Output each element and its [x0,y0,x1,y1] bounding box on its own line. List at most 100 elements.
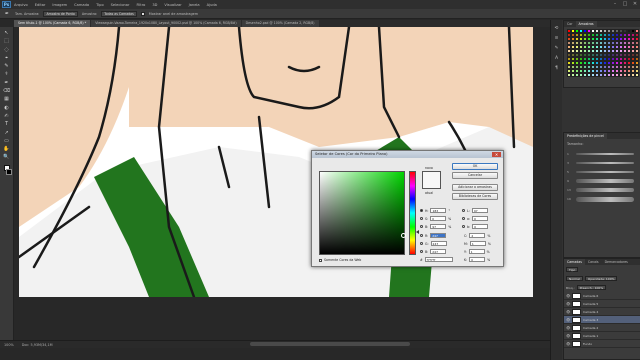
black-input[interactable]: 0 [469,257,486,262]
menu-item[interactable]: Selecionar [111,3,130,7]
marquee-tool-icon[interactable]: ⬚ [3,38,11,44]
menu-item[interactable]: Ajuda [207,3,217,7]
menu-item[interactable]: Imagem [52,3,67,7]
brush-preset[interactable]: 9 [567,179,637,183]
eye-icon[interactable]: 👁 [566,342,570,346]
minimize-icon[interactable]: – [612,1,618,7]
dodge-tool-icon[interactable]: ▭ [3,138,11,144]
layer-row[interactable]: 👁 Fundo [564,340,640,348]
only-web-checkbox[interactable] [319,258,322,262]
color-libraries-button[interactable]: Bibliotecas de Cores [452,193,498,200]
eye-icon[interactable]: 👁 [566,318,570,322]
sample-layers-select[interactable]: Todas as Camadas [101,10,137,17]
menu-item[interactable]: Arquivo [14,3,28,7]
magenta-input[interactable]: 1 [469,241,486,246]
lasso-tool-icon[interactable]: ◌ [3,47,11,53]
eraser-tool-icon[interactable]: ✍ [3,113,11,119]
hue-input[interactable]: 183 [430,208,447,213]
eye-icon[interactable]: 👁 [566,334,570,338]
quick-select-icon[interactable]: ⌖ [3,55,11,61]
hue-radio[interactable] [420,209,423,212]
eyedropper-tool-icon[interactable]: ⚕ [3,71,11,77]
menu-item[interactable]: 3D [152,3,157,7]
layer-row[interactable]: 👁 Camada 2 [564,324,640,332]
color-field-cursor[interactable] [401,233,406,238]
blue-radio[interactable] [420,250,423,253]
brush-preset[interactable]: 13 [567,188,637,192]
saturation-radio[interactable] [420,217,423,220]
menu-item[interactable]: Visualizar [164,3,181,7]
eye-icon[interactable]: 👁 [566,326,570,330]
show-ring-checkbox[interactable] [140,11,145,16]
pen-tool-icon[interactable]: ✋ [3,146,11,152]
brightness-radio[interactable] [420,225,423,228]
hue-slider[interactable] [409,171,416,255]
document-tab[interactable]: Viewseguin-Vazao-Tomeira_1920x1080_Layou… [91,20,241,27]
close-window-icon[interactable]: ✕ [632,1,638,7]
stamp-tool-icon[interactable]: ▦ [3,96,11,102]
lab-b-input[interactable]: 0 [472,224,489,229]
eyedropper-icon[interactable]: ✒ [3,11,11,17]
history-brush-icon[interactable]: ◐ [3,105,11,111]
panel-tab[interactable]: Canais [585,259,602,265]
cancel-button[interactable]: Cancelar [452,172,498,179]
layer-kind-filter[interactable]: Tipo [566,267,579,272]
lab-a-radio[interactable] [462,217,465,220]
yellow-input[interactable]: 1 [468,249,485,254]
blur-tool-icon[interactable]: ↗ [3,130,11,136]
move-tool-icon[interactable]: ↖ [3,30,11,36]
menu-item[interactable]: Tipo [96,3,104,7]
brush-preset[interactable]: 19 [567,197,637,202]
document-tab[interactable]: Desenho2.psd @ 100% (Camada 2, RGB/8) [241,20,319,27]
healing-brush-icon[interactable]: ✒ [3,80,11,86]
panel-tab[interactable]: Camadas [564,259,585,265]
eye-icon[interactable]: 👁 [566,294,570,298]
panel-tab[interactable]: Demarcadores [602,259,631,265]
red-input[interactable]: 247 [430,233,447,238]
saturation-input[interactable]: 0 [430,216,447,221]
background-color-swatch[interactable] [5,169,12,176]
lab-l-input[interactable]: 97 [471,208,488,213]
panel-tab[interactable]: Amostras [575,21,597,27]
close-icon[interactable]: ✕ [492,152,501,157]
blue-input[interactable]: 247 [430,249,447,254]
green-input[interactable]: 247 [430,241,447,246]
lab-a-input[interactable]: 0 [472,216,489,221]
brush-preset[interactable]: 1 [567,152,637,156]
lab-l-radio[interactable] [462,209,465,212]
properties-icon[interactable]: ≡ [553,36,560,42]
gradient-tool-icon[interactable]: T [3,121,11,127]
eye-icon[interactable]: 👁 [566,310,570,314]
color-swatch[interactable] [635,73,639,77]
green-radio[interactable] [420,242,423,245]
layer-row[interactable]: 👁 Camada 6 [564,292,640,300]
layer-row[interactable]: 👁 Camada 5 [564,300,640,308]
document-tab[interactable]: Sem título-1 @ 100% (Camada 6, RGB/8) * [14,20,91,27]
red-radio[interactable] [420,234,423,237]
brush-preset[interactable]: 3 [567,161,637,165]
sample-size-select[interactable]: Amostra de Ponto [43,10,78,17]
menu-item[interactable]: Janela [189,3,200,7]
character-icon[interactable]: A [553,56,560,62]
menu-item[interactable]: Editar [35,3,46,7]
opacity-field[interactable]: Opacidade: 100% [584,276,618,281]
hue-slider-handle[interactable] [416,230,419,234]
layer-row[interactable]: 👁 Camada 1 [564,332,640,340]
brush-preset[interactable]: 5 [567,170,637,174]
hex-input[interactable]: f7f7f7 [424,257,453,262]
lab-b-radio[interactable] [462,225,465,228]
menu-item[interactable]: Camada [74,3,89,7]
history-icon[interactable]: ⟲ [553,26,560,32]
color-field[interactable] [319,171,405,255]
maximize-icon[interactable]: □ [622,1,628,7]
eye-icon[interactable]: 👁 [566,302,570,306]
cyan-input[interactable]: 2 [469,233,486,238]
brush-tool-icon[interactable]: ⌫ [3,88,11,94]
zoom-level[interactable]: 100% [4,343,14,347]
fill-field[interactable]: Preench.: 100% [576,285,607,290]
panel-tab[interactable]: Cor [564,21,576,27]
horizontal-scrollbar[interactable] [250,342,410,346]
layer-row[interactable]: 👁 Camada 3 [564,316,640,324]
ok-button[interactable]: OK [452,163,498,170]
menu-item[interactable]: Filtro [137,3,146,7]
